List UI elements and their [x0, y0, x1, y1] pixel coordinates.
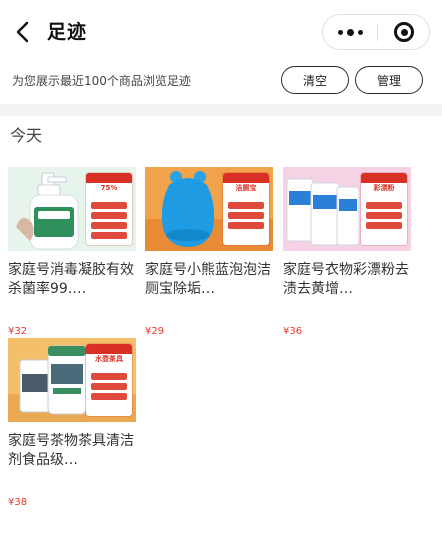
nav-bar: 足迹	[0, 0, 442, 64]
date-group-title: 今天	[10, 126, 43, 145]
product-title: 家庭号衣物彩漂粉去渍去黄增…	[283, 262, 409, 297]
manage-button[interactable]: 管理	[355, 66, 423, 94]
product-image[interactable]: 水壶茶具	[8, 338, 136, 422]
page-title: 足迹	[47, 21, 88, 43]
more-menu-icon[interactable]	[323, 15, 377, 49]
close-miniprogram-icon[interactable]	[378, 15, 430, 49]
back-arrow-icon[interactable]	[12, 18, 36, 46]
product-title: 家庭号茶物茶具清洁剂食品级…	[8, 433, 134, 468]
product-image[interactable]: 75%	[8, 167, 136, 251]
product-card[interactable]: 75% 家庭号消毒凝胶有效杀菌率99.… ¥32	[8, 167, 136, 339]
product-price: ¥32	[8, 326, 28, 337]
history-toolbar: 为您展示最近100个商品浏览足迹 清空 管理	[0, 64, 442, 100]
product-card[interactable]: 彩漂粉 家庭号衣物彩漂粉去渍去黄增… ¥36	[283, 167, 411, 339]
product-card[interactable]: 洁厕宝 家庭号小熊蓝泡泡洁厕宝除垢… ¥29	[145, 167, 273, 339]
product-image[interactable]: 彩漂粉	[283, 167, 411, 251]
clear-button[interactable]: 清空	[281, 66, 349, 94]
product-title: 家庭号小熊蓝泡泡洁厕宝除垢…	[145, 262, 271, 297]
product-card[interactable]: 水壶茶具 家庭号茶物茶具清洁剂食品级… ¥38	[8, 338, 136, 510]
history-info-text: 为您展示最近100个商品浏览足迹	[12, 74, 191, 88]
product-price: ¥36	[283, 326, 303, 337]
section-divider	[0, 104, 442, 116]
product-price: ¥38	[8, 497, 28, 508]
product-price: ¥29	[145, 326, 165, 337]
product-image[interactable]: 洁厕宝	[145, 167, 273, 251]
mini-program-capsule	[322, 14, 430, 50]
product-title: 家庭号消毒凝胶有效杀菌率99.…	[8, 262, 134, 297]
